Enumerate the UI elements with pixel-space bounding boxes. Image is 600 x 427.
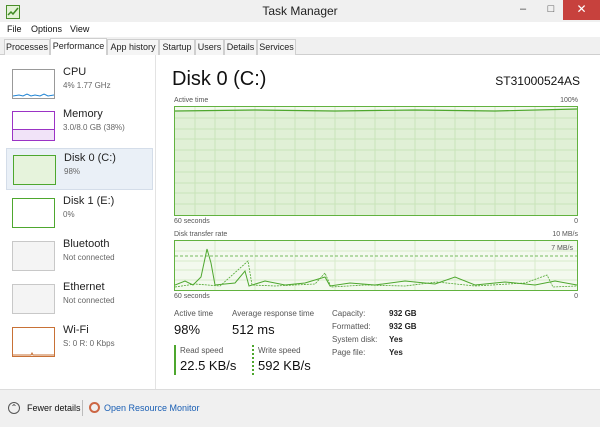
transfer-graph-label: Disk transfer rate [174, 231, 228, 238]
sidebar-cpu-detail: 4% 1.77 GHz [63, 81, 111, 90]
cpu-mini-line [12, 93, 55, 97]
write-speed-label: Write speed [258, 346, 301, 355]
active-time-stat-value: 98% [174, 322, 201, 337]
minimize-button[interactable]: – [510, 0, 536, 20]
active-time-area [175, 109, 577, 215]
formatted-key: Formatted: [332, 322, 371, 331]
sidebar-ethernet-detail: Not connected [63, 296, 115, 305]
sidebar-item-disk-1[interactable]: Disk 1 (E:) 0% [6, 192, 153, 234]
sidebar-bluetooth-title: Bluetooth [63, 238, 110, 250]
sidebar-disk1-detail: 0% [63, 210, 75, 219]
wifi-mini-line [13, 351, 54, 356]
menu-bar: File Options View [0, 22, 600, 37]
sidebar-item-ethernet[interactable]: Ethernet Not connected [6, 278, 153, 320]
menu-file[interactable]: File [7, 24, 22, 34]
active-time-graph-label: Active time [174, 97, 209, 104]
disk-model: ST31000524AS [495, 74, 580, 88]
sidebar-item-cpu[interactable]: CPU 4% 1.77 GHz [6, 63, 153, 105]
system-disk-value: Yes [389, 335, 403, 344]
sidebar-disk0-detail: 98% [64, 167, 81, 176]
active-time-min-label: 0 [574, 218, 578, 225]
sidebar-item-disk-0[interactable]: Disk 0 (C:) 98% [6, 148, 153, 190]
footer-divider [82, 400, 83, 416]
active-time-stat-label: Active time [174, 309, 214, 318]
resource-monitor-label: Open Resource Monitor [104, 403, 200, 413]
sidebar-item-wifi[interactable]: Wi-Fi S: 0 R: 0 Kbps [6, 321, 153, 363]
transfer-rate-graph: 7 MB/s [174, 240, 578, 291]
active-time-duration-label: 60 seconds [174, 218, 210, 225]
sidebar-memory-title: Memory [63, 108, 103, 120]
disk-detail-panel: Disk 0 (C:) ST31000524AS Active time 100… [172, 55, 586, 389]
sidebar-cpu-title: CPU [63, 66, 87, 78]
memory-thumbnail [12, 111, 55, 141]
tab-startup[interactable]: Startup [159, 39, 195, 55]
chevron-up-icon: ⌃ [8, 402, 20, 414]
disk1-thumbnail [12, 198, 55, 228]
tab-app-history[interactable]: App history [107, 39, 159, 55]
read-speed-indicator [174, 345, 176, 375]
disk0-thumbnail [13, 155, 56, 185]
memory-fill [13, 129, 54, 140]
sidebar-memory-detail: 3.0/8.0 GB (38%) [63, 123, 125, 132]
system-disk-key: System disk: [332, 335, 378, 344]
page-title: Disk 0 (C:) [172, 68, 267, 90]
bluetooth-thumbnail [12, 241, 55, 271]
sidebar-wifi-detail: S: 0 R: 0 Kbps [63, 339, 115, 348]
tab-details[interactable]: Details [224, 39, 257, 55]
page-file-key: Page file: [332, 348, 366, 357]
sidebar-ethernet-title: Ethernet [63, 281, 105, 293]
cpu-thumbnail [12, 69, 55, 99]
sidebar-disk0-title: Disk 0 (C:) [64, 152, 116, 164]
page-file-value: Yes [389, 348, 403, 357]
sidebar-item-memory[interactable]: Memory 3.0/8.0 GB (38%) [6, 105, 153, 147]
menu-options[interactable]: Options [31, 24, 62, 34]
tab-processes[interactable]: Processes [4, 39, 50, 55]
resource-monitor-icon [89, 402, 100, 413]
write-speed-indicator [252, 345, 254, 375]
transfer-duration-label: 60 seconds [174, 293, 210, 300]
fewer-details-label: Fewer details [27, 403, 81, 413]
sidebar-disk1-title: Disk 1 (E:) [63, 195, 115, 207]
formatted-value: 932 GB [389, 322, 417, 331]
sidebar-bluetooth-detail: Not connected [63, 253, 115, 262]
menu-view[interactable]: View [70, 24, 89, 34]
sidebar-wifi-title: Wi-Fi [63, 324, 89, 336]
response-time-label: Average response time [232, 309, 315, 318]
read-speed-label: Read speed [180, 346, 224, 355]
capacity-value: 932 GB [389, 309, 417, 318]
transfer-marker-label: 7 MB/s [551, 245, 573, 252]
ethernet-thumbnail [12, 284, 55, 314]
resource-sidebar: CPU 4% 1.77 GHz Memory 3.0/8.0 GB (38%) … [0, 55, 156, 389]
tab-performance[interactable]: Performance [50, 38, 107, 56]
tab-bar: Processes Performance App history Startu… [0, 37, 600, 56]
maximize-button[interactable]: □ [538, 0, 564, 20]
transfer-max-label: 10 MB/s [552, 231, 578, 238]
write-speed-value: 592 KB/s [258, 358, 311, 373]
response-time-value: 512 ms [232, 322, 275, 337]
status-footer: ⌃ Fewer details Open Resource Monitor [0, 389, 600, 427]
performance-pane: CPU 4% 1.77 GHz Memory 3.0/8.0 GB (38%) … [0, 55, 600, 389]
read-speed-value: 22.5 KB/s [180, 358, 237, 373]
wifi-thumbnail [12, 327, 55, 357]
active-time-graph [174, 106, 578, 216]
active-time-max-label: 100% [560, 97, 578, 104]
title-bar: Task Manager – □ ✕ [0, 0, 600, 24]
tab-users[interactable]: Users [195, 39, 224, 55]
transfer-min-label: 0 [574, 293, 578, 300]
close-button[interactable]: ✕ [563, 0, 600, 20]
sidebar-item-bluetooth[interactable]: Bluetooth Not connected [6, 235, 153, 277]
tab-services[interactable]: Services [257, 39, 296, 55]
capacity-key: Capacity: [332, 309, 366, 318]
